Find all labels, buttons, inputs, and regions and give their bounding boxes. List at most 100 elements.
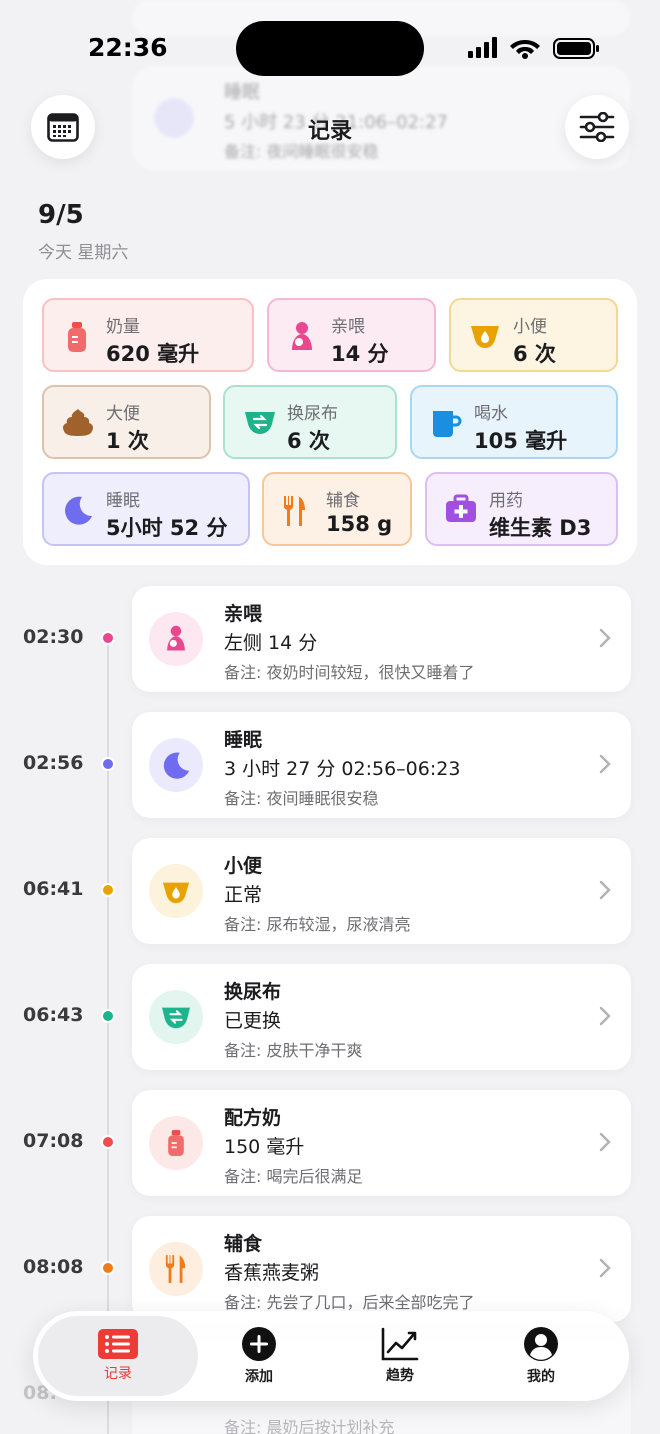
tab-label: 我的 — [527, 1369, 555, 1385]
timeline-row: 06:41 小便 正常 备注: 尿布较湿，尿液清亮 — [0, 838, 660, 944]
entry-title: 配方奶 — [224, 1107, 282, 1129]
cellular-signal-icon — [468, 37, 497, 58]
chevron-right-icon — [599, 754, 611, 774]
tile-value: 1 次 — [106, 429, 149, 453]
entry-card-formula[interactable]: 配方奶 150 毫升 备注: 喝完后很满足 — [132, 1090, 631, 1196]
timeline-dot — [101, 757, 115, 771]
summary-tile-poop[interactable]: 大便 1 次 — [42, 385, 211, 459]
wifi-icon — [510, 40, 540, 59]
tile-value: 6 次 — [287, 429, 330, 453]
tile-value: 158 g — [326, 512, 393, 536]
entry-note: 备注: 夜奶时间较短，很快又睡着了 — [224, 663, 475, 682]
tile-value: 6 次 — [513, 342, 556, 366]
tile-label: 辅食 — [326, 491, 360, 511]
battery-icon — [553, 38, 599, 59]
status-bar: 22:36 — [0, 0, 660, 96]
status-time: 22:36 — [88, 33, 168, 62]
tile-value: 620 毫升 — [106, 342, 200, 366]
summary-tile-sleep[interactable]: 睡眠 5小时 52 分 — [42, 472, 250, 546]
summary-tile-solid-food[interactable]: 辅食 158 g — [262, 472, 412, 546]
chevron-right-icon — [599, 880, 611, 900]
entry-title: 小便 — [224, 855, 263, 877]
tile-value: 维生素 D3 — [489, 516, 592, 540]
plus-circle-icon — [242, 1327, 276, 1361]
tile-label: 用药 — [489, 491, 523, 511]
tile-value: 5小时 52 分 — [106, 516, 228, 540]
filter-button[interactable] — [565, 95, 629, 159]
fork-knife-icon — [283, 496, 305, 526]
timeline-row: 08:08 辅食 香蕉燕麦粥 备注: 先尝了几口，后来全部吃完了 — [0, 1216, 660, 1322]
poop-icon — [63, 409, 93, 436]
chevron-right-icon — [599, 628, 611, 648]
entry-card-solid-food[interactable]: 辅食 香蕉燕麦粥 备注: 先尝了几口，后来全部吃完了 — [132, 1216, 631, 1322]
entry-time: 02:30 — [23, 626, 84, 648]
summary-tile-medicine[interactable]: 用药 维生素 D3 — [425, 472, 618, 546]
chevron-right-icon — [599, 1132, 611, 1152]
pee-icon — [471, 326, 499, 348]
entry-detail: 已更换 — [224, 1010, 282, 1032]
tab-trends[interactable]: 趋势 — [325, 1316, 475, 1396]
entry-title: 换尿布 — [224, 981, 282, 1003]
entry-detail: 150 毫升 — [224, 1136, 305, 1158]
daily-summary-card: 奶量 620 毫升 亲喂 14 分 小便 6 次 大便 1 次 换尿布 6 次 … — [23, 279, 637, 565]
timeline-row: 06:43 换尿布 已更换 备注: 皮肤干净干爽 — [0, 964, 660, 1070]
tile-label: 亲喂 — [331, 317, 365, 337]
tile-value: 14 分 — [331, 342, 389, 366]
entry-time: 02:56 — [23, 752, 84, 774]
breastfeed-icon — [292, 322, 312, 350]
entry-card-pee[interactable]: 小便 正常 备注: 尿布较湿，尿液清亮 — [132, 838, 631, 944]
bottle-icon — [149, 1116, 203, 1170]
tile-value: 105 毫升 — [474, 429, 568, 453]
date-heading: 9/5 — [38, 200, 84, 230]
entry-title: 睡眠 — [224, 729, 263, 751]
chevron-right-icon — [599, 1258, 611, 1278]
entry-note: 备注: 尿布较湿，尿液清亮 — [224, 915, 411, 934]
entry-card-sleep[interactable]: 睡眠 3 小时 27 分 02:56–06:23 备注: 夜间睡眠很安稳 — [132, 712, 631, 818]
tab-label: 添加 — [245, 1369, 273, 1385]
entry-detail: 香蕉燕麦粥 — [224, 1262, 320, 1284]
list-icon — [98, 1329, 138, 1359]
tile-label: 奶量 — [106, 317, 140, 337]
breastfeed-icon — [149, 612, 203, 666]
summary-tile-milk[interactable]: 奶量 620 毫升 — [42, 298, 254, 372]
entry-detail: 3 小时 27 分 02:56–06:23 — [224, 758, 461, 780]
entry-title: 辅食 — [224, 1233, 263, 1255]
summary-tile-diaper[interactable]: 换尿布 6 次 — [223, 385, 397, 459]
entry-detail: 左侧 14 分 — [224, 632, 318, 654]
timeline-dot — [101, 1261, 115, 1275]
page-title: 记录 — [307, 119, 352, 144]
profile-icon — [524, 1327, 558, 1361]
tab-label: 趋势 — [386, 1368, 414, 1384]
diaper-icon — [149, 990, 203, 1044]
tile-label: 喝水 — [474, 404, 508, 424]
tab-add[interactable]: 添加 — [184, 1316, 334, 1396]
dynamic-island — [236, 21, 424, 76]
entry-time: 06:43 — [23, 1004, 84, 1026]
tab-records[interactable]: 记录 — [38, 1316, 198, 1396]
timeline-dot — [101, 631, 115, 645]
trend-chart-icon — [381, 1327, 419, 1361]
cup-icon — [433, 411, 462, 437]
entry-detail: 正常 — [224, 884, 263, 906]
summary-tile-pee[interactable]: 小便 6 次 — [449, 298, 618, 372]
timeline-dot — [101, 1009, 115, 1023]
medicine-kit-icon — [446, 494, 476, 522]
timeline-row: 07:08 配方奶 150 毫升 备注: 喝完后很满足 — [0, 1090, 660, 1196]
tab-profile[interactable]: 我的 — [466, 1316, 616, 1396]
tile-label: 睡眠 — [106, 491, 140, 511]
entry-card-diaper[interactable]: 换尿布 已更换 备注: 皮肤干净干爽 — [132, 964, 631, 1070]
timeline-row: 02:56 睡眠 3 小时 27 分 02:56–06:23 备注: 夜间睡眠很… — [0, 712, 660, 818]
entry-note: 备注: 晨奶后按计划补充 — [224, 1418, 395, 1434]
timeline-row: 02:30 亲喂 左侧 14 分 备注: 夜奶时间较短，很快又睡着了 — [0, 586, 660, 692]
tile-label: 小便 — [513, 317, 547, 337]
tab-bar: 记录 添加 趋势 我的 — [33, 1311, 629, 1401]
summary-tile-water[interactable]: 喝水 105 毫升 — [410, 385, 618, 459]
entry-card-breastfeed[interactable]: 亲喂 左侧 14 分 备注: 夜奶时间较短，很快又睡着了 — [132, 586, 631, 692]
summary-tile-breastfeed[interactable]: 亲喂 14 分 — [267, 298, 436, 372]
sliders-icon — [579, 112, 615, 142]
entry-note: 备注: 皮肤干净干爽 — [224, 1041, 363, 1060]
pee-icon — [149, 864, 203, 918]
tab-label: 记录 — [104, 1366, 132, 1382]
date-subtitle: 今天 星期六 — [38, 243, 129, 263]
timeline-dot — [101, 883, 115, 897]
